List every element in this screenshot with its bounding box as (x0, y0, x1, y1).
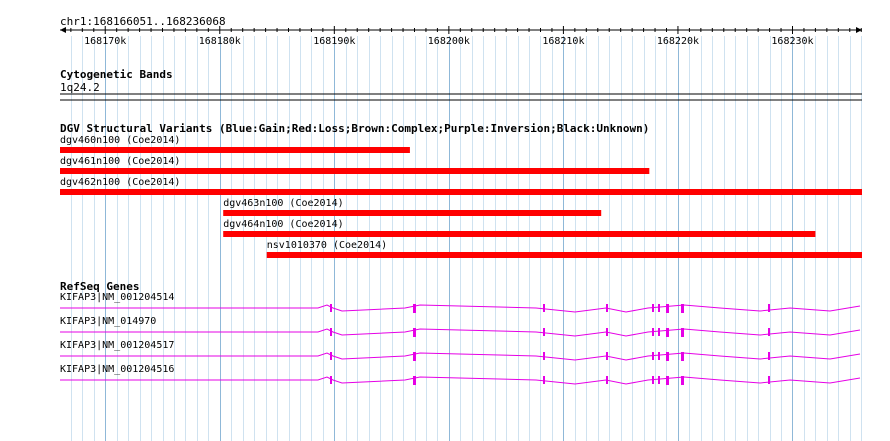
variant-label: dgv463n100 (Coe2014) (223, 198, 343, 209)
variant-bar[interactable] (223, 210, 602, 216)
transcript-label: KIFAP3|NM_001204517 (60, 340, 174, 351)
dgv-track-title: DGV Structural Variants (Blue:Gain;Red:L… (60, 122, 649, 135)
transcript-label: KIFAP3|NM_014970 (60, 316, 156, 327)
ruler-track: chr1:168166051..168236068 168170k 168180k… (60, 15, 862, 47)
transcript-exon[interactable] (681, 304, 684, 313)
transcript-exon[interactable] (606, 304, 608, 312)
variant-label: dgv464n100 (Coe2014) (223, 219, 343, 230)
transcript-exon[interactable] (413, 352, 416, 361)
cytoband-track-title: Cytogenetic Bands (60, 68, 173, 81)
transcript-exon[interactable] (666, 352, 669, 361)
ruler-tick-label: 168230k (771, 36, 813, 47)
variant-bar[interactable] (223, 231, 816, 237)
variant-label: dgv461n100 (Coe2014) (60, 156, 180, 167)
transcript-exon[interactable] (543, 328, 545, 336)
transcript-exon[interactable] (330, 304, 332, 312)
transcript-exon[interactable] (330, 352, 332, 360)
transcript-exon[interactable] (768, 352, 770, 360)
variant-bar[interactable] (266, 252, 863, 258)
transcript-exon[interactable] (768, 376, 770, 384)
ruler-tick-label: 168170k (84, 36, 126, 47)
transcript-exon[interactable] (413, 328, 416, 337)
transcript-exon[interactable] (543, 352, 545, 360)
transcript-exon[interactable] (652, 376, 654, 384)
transcript-exon[interactable] (413, 304, 416, 313)
transcript-exon[interactable] (652, 328, 654, 336)
transcript-exon[interactable] (543, 376, 545, 384)
transcript-label: KIFAP3|NM_001204516 (60, 364, 174, 375)
ruler-tick-label: 168220k (657, 36, 699, 47)
transcript-exon[interactable] (606, 352, 608, 360)
transcript-exon[interactable] (658, 328, 660, 336)
location-label: chr1:168166051..168236068 (60, 15, 226, 28)
transcript-exon[interactable] (666, 376, 669, 385)
transcript-exon[interactable] (681, 352, 684, 361)
transcript-exon[interactable] (658, 304, 660, 312)
transcript-exon[interactable] (768, 304, 770, 312)
transcript-label: KIFAP3|NM_001204514 (60, 292, 174, 303)
variant-label: dgv462n100 (Coe2014) (60, 177, 180, 188)
variant-label: nsv1010370 (Coe2014) (267, 240, 387, 251)
transcript-exon[interactable] (666, 304, 669, 313)
variant-label: dgv460n100 (Coe2014) (60, 135, 180, 146)
ruler-tick-label: 168200k (428, 36, 470, 47)
transcript-exon[interactable] (543, 304, 545, 312)
variant-bar[interactable] (60, 168, 650, 174)
genome-browser-view: chr1:168166051..168236068 168170k 168180k… (60, 15, 863, 441)
transcript-exon[interactable] (681, 376, 684, 385)
transcript-exon[interactable] (330, 328, 332, 336)
transcript-exon[interactable] (606, 376, 608, 384)
transcript-exon[interactable] (658, 376, 660, 384)
ruler-ticks: 168170k 168180k 168190k 168200k 168210k 16822… (70, 26, 862, 47)
transcript-exon[interactable] (413, 376, 416, 385)
transcript-exon[interactable] (652, 352, 654, 360)
ruler-tick-label: 168210k (542, 36, 584, 47)
transcript-exon[interactable] (666, 328, 669, 337)
cytoband-label: 1q24.2 (60, 81, 100, 94)
transcript-exon[interactable] (768, 328, 770, 336)
transcript-exon[interactable] (652, 304, 654, 312)
variant-bar[interactable] (60, 189, 862, 195)
transcript-exon[interactable] (681, 328, 684, 337)
ruler-tick-label: 168190k (313, 36, 355, 47)
variant-bar[interactable] (60, 147, 410, 153)
transcript-exon[interactable] (330, 376, 332, 384)
transcript-exon[interactable] (606, 328, 608, 336)
ruler-tick-label: 168180k (199, 36, 241, 47)
transcript-exon[interactable] (658, 352, 660, 360)
